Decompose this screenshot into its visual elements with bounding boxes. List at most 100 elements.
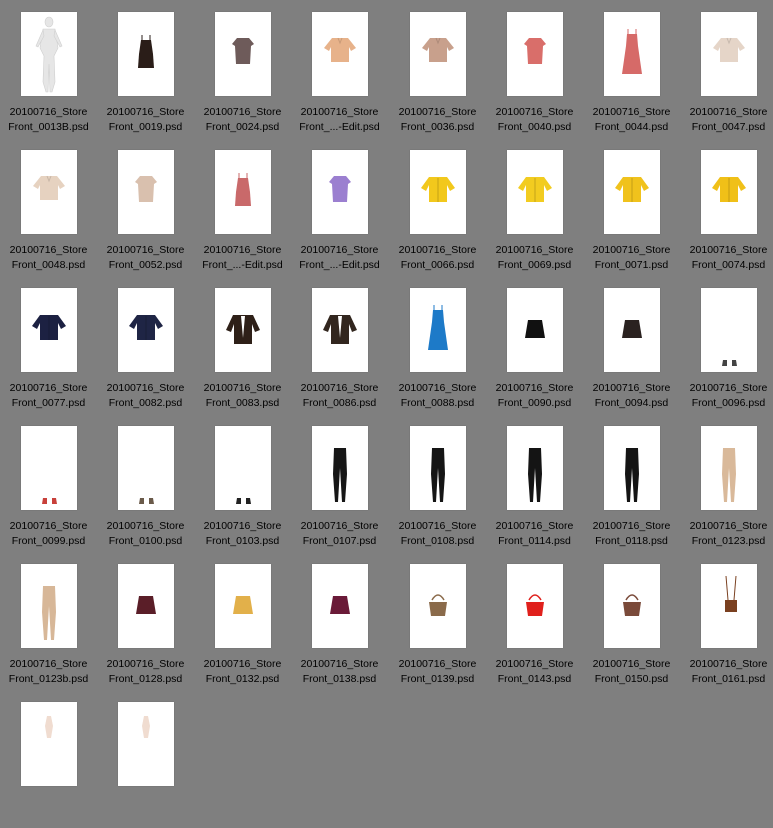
file-name-label[interactable]: 20100716_Store Front_0036.psd [389, 105, 486, 135]
file-thumbnail-item[interactable]: 20100716_Store Front_0123.psd [680, 414, 773, 552]
file-thumbnail-image[interactable] [506, 288, 563, 372]
file-name-label[interactable]: 20100716_Store Front_0019.psd [97, 105, 194, 135]
file-thumbnail-image[interactable] [409, 12, 466, 96]
file-name-label[interactable]: 20100716_Store Front_0143.psd [486, 657, 583, 687]
file-thumbnail-item[interactable]: 20100716_Store Front_0066.psd [389, 138, 486, 276]
file-thumbnail-image[interactable] [117, 288, 174, 372]
file-thumbnail-image[interactable] [700, 564, 757, 648]
file-thumbnail-item[interactable]: 20100716_Store Front_0074.psd [680, 138, 773, 276]
file-name-label[interactable]: 20100716_Store Front_0086.psd [291, 381, 388, 411]
file-thumbnail-image[interactable] [700, 288, 757, 372]
file-thumbnail-image[interactable] [117, 12, 174, 96]
file-thumbnail-item[interactable]: 20100716_Store Front_0139.psd [389, 552, 486, 690]
file-name-label[interactable]: 20100716_Store Front_0108.psd [389, 519, 486, 549]
file-thumbnail-item[interactable]: 20100716_Store Front_0132.psd [194, 552, 291, 690]
file-name-label[interactable]: 20100716_Store Front_0107.psd [291, 519, 388, 549]
file-thumbnail-item[interactable]: 20100716_Store Front_0071.psd [583, 138, 680, 276]
file-thumbnail-item[interactable]: 20100716_Store Front_...-Edit.psd [194, 138, 291, 276]
file-thumbnail-image[interactable] [311, 426, 368, 510]
file-thumbnail-item[interactable]: 20100716_Store Front_0083.psd [194, 276, 291, 414]
file-thumbnail-image[interactable] [311, 150, 368, 234]
file-thumbnail-image[interactable] [506, 426, 563, 510]
file-name-label[interactable]: 20100716_Store Front_0071.psd [583, 243, 680, 273]
file-name-label[interactable]: 20100716_Store Front_0066.psd [389, 243, 486, 273]
file-thumbnail-item[interactable]: 20100716_Store Front_0040.psd [486, 0, 583, 138]
file-thumbnail-image[interactable] [506, 150, 563, 234]
file-thumbnail-item[interactable]: 20100716_Store Front_0138.psd [291, 552, 388, 690]
file-name-label[interactable]: 20100716_Store Front_0123.psd [680, 519, 773, 549]
file-name-label[interactable]: 20100716_Store Front_0103.psd [194, 519, 291, 549]
file-thumbnail-item[interactable]: 20100716_Store Front_0086.psd [291, 276, 388, 414]
file-thumbnail-image[interactable] [311, 288, 368, 372]
file-thumbnail-image[interactable] [20, 564, 77, 648]
file-name-label[interactable]: 20100716_Store Front_0118.psd [583, 519, 680, 549]
file-thumbnail-item[interactable]: 20100716_Store Front_0100.psd [97, 414, 194, 552]
file-thumbnail-item[interactable] [0, 690, 97, 828]
file-thumbnail-image[interactable] [311, 564, 368, 648]
file-thumbnail-item[interactable]: 20100716_Store Front_0019.psd [97, 0, 194, 138]
file-thumbnail-item[interactable] [97, 690, 194, 828]
file-thumbnail-image[interactable] [311, 12, 368, 96]
file-thumbnail-image[interactable] [20, 702, 77, 786]
file-thumbnail-image[interactable] [700, 426, 757, 510]
file-name-label[interactable]: 20100716_Store Front_...-Edit.psd [291, 105, 388, 135]
file-thumbnail-image[interactable] [117, 150, 174, 234]
file-thumbnail-image[interactable] [20, 150, 77, 234]
file-thumbnail-image[interactable] [506, 12, 563, 96]
file-name-label[interactable]: 20100716_Store Front_0114.psd [486, 519, 583, 549]
file-thumbnail-item[interactable]: 20100716_Store Front_0143.psd [486, 552, 583, 690]
file-thumbnail-image[interactable] [603, 288, 660, 372]
file-thumbnail-item[interactable]: 20100716_Store Front_0052.psd [97, 138, 194, 276]
file-thumbnail-image[interactable] [409, 150, 466, 234]
file-thumbnail-item[interactable]: 20100716_Store Front_0044.psd [583, 0, 680, 138]
file-thumbnail-item[interactable]: 20100716_Store Front_0077.psd [0, 276, 97, 414]
file-name-label[interactable]: 20100716_Store Front_0052.psd [97, 243, 194, 273]
file-name-label[interactable]: 20100716_Store Front_0024.psd [194, 105, 291, 135]
file-thumbnail-item[interactable]: 20100716_Store Front_0128.psd [97, 552, 194, 690]
file-name-label[interactable]: 20100716_Store Front_0074.psd [680, 243, 773, 273]
file-name-label[interactable]: 20100716_Store Front_0069.psd [486, 243, 583, 273]
file-thumbnail-item[interactable]: 20100716_Store Front_0103.psd [194, 414, 291, 552]
file-thumbnail-item[interactable]: 20100716_Store Front_0114.psd [486, 414, 583, 552]
file-name-label[interactable]: 20100716_Store Front_0132.psd [194, 657, 291, 687]
file-thumbnail-item[interactable]: 20100716_Store Front_0036.psd [389, 0, 486, 138]
file-thumbnail-image[interactable] [117, 564, 174, 648]
file-thumbnail-item[interactable]: 20100716_Store Front_0123b.psd [0, 552, 97, 690]
file-thumbnail-image[interactable] [214, 150, 271, 234]
file-thumbnail-image[interactable] [117, 426, 174, 510]
file-name-label[interactable]: 20100716_Store Front_0100.psd [97, 519, 194, 549]
file-thumbnail-item[interactable]: 20100716_Store Front_...-Edit.psd [291, 0, 388, 138]
file-name-label[interactable]: 20100716_Store Front_0099.psd [0, 519, 97, 549]
file-thumbnail-image[interactable] [117, 702, 174, 786]
file-name-label[interactable]: 20100716_Store Front_0083.psd [194, 381, 291, 411]
file-thumbnail-image[interactable] [20, 288, 77, 372]
file-name-label[interactable]: 20100716_Store Front_0123b.psd [0, 657, 97, 687]
file-thumbnail-image[interactable] [700, 150, 757, 234]
file-name-label[interactable]: 20100716_Store Front_0150.psd [583, 657, 680, 687]
file-thumbnail-item[interactable]: 20100716_Store Front_0047.psd [680, 0, 773, 138]
file-name-label[interactable]: 20100716_Store Front_0040.psd [486, 105, 583, 135]
file-thumbnail-image[interactable] [700, 12, 757, 96]
file-name-label[interactable]: 20100716_Store Front_0077.psd [0, 381, 97, 411]
file-name-label[interactable]: 20100716_Store Front_0044.psd [583, 105, 680, 135]
file-thumbnail-image[interactable] [214, 12, 271, 96]
file-name-label[interactable]: 20100716_Store Front_0082.psd [97, 381, 194, 411]
file-thumbnail-item[interactable]: 20100716_Store Front_0161.psd [680, 552, 773, 690]
file-name-label[interactable]: 20100716_Store Front_...-Edit.psd [291, 243, 388, 273]
file-name-label[interactable]: 20100716_Store Front_0094.psd [583, 381, 680, 411]
file-thumbnail-item[interactable]: 20100716_Store Front_0094.psd [583, 276, 680, 414]
file-thumbnail-image[interactable] [214, 426, 271, 510]
file-thumbnail-image[interactable] [409, 288, 466, 372]
file-thumbnail-item[interactable]: 20100716_Store Front_0088.psd [389, 276, 486, 414]
file-thumbnail-item[interactable]: 20100716_Store Front_0107.psd [291, 414, 388, 552]
file-name-label[interactable]: 20100716_Store Front_0013B.psd [0, 105, 97, 135]
file-name-label[interactable]: 20100716_Store Front_0090.psd [486, 381, 583, 411]
file-thumbnail-item[interactable]: 20100716_Store Front_0099.psd [0, 414, 97, 552]
file-thumbnail-item[interactable]: 20100716_Store Front_0118.psd [583, 414, 680, 552]
file-thumbnail-image[interactable] [409, 426, 466, 510]
file-name-label[interactable]: 20100716_Store Front_0048.psd [0, 243, 97, 273]
file-thumbnail-item[interactable]: 20100716_Store Front_0082.psd [97, 276, 194, 414]
file-thumbnail-item[interactable]: 20100716_Store Front_0150.psd [583, 552, 680, 690]
file-thumbnail-item[interactable]: 20100716_Store Front_...-Edit.psd [291, 138, 388, 276]
file-thumbnail-image[interactable] [603, 150, 660, 234]
